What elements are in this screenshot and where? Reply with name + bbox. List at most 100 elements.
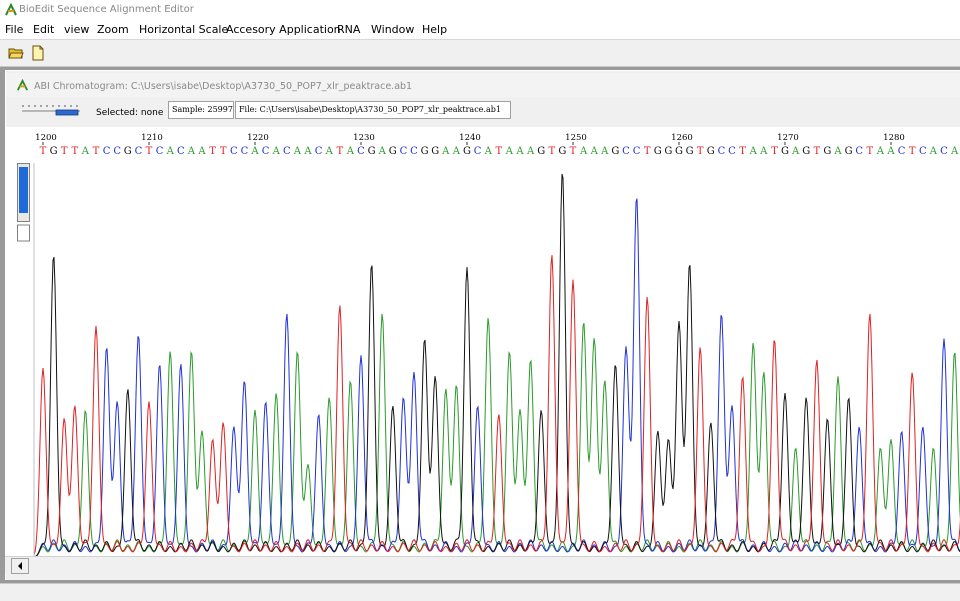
base-call[interactable]: C [357,146,365,157]
base-call[interactable]: C [855,146,863,157]
base-call[interactable]: T [909,146,916,157]
base-call[interactable]: A [452,146,461,157]
base-call[interactable]: G [845,146,853,157]
base-call[interactable]: A [197,146,206,157]
base-call[interactable]: G [611,146,619,157]
base-call[interactable]: A [166,146,175,157]
base-call[interactable]: G [50,146,58,157]
menu-help[interactable]: Help [422,23,447,36]
base-call[interactable]: T [644,146,651,157]
base-call[interactable]: C [919,146,927,157]
base-call[interactable]: A [590,146,599,157]
base-call[interactable]: G [124,146,132,157]
open-folder-icon[interactable] [8,45,24,61]
menu-zoom[interactable]: Zoom [97,23,129,36]
base-call[interactable]: C [940,146,948,157]
scroll-left-icon[interactable] [11,558,29,574]
base-call[interactable]: C [718,146,726,157]
base-call[interactable]: C [241,146,249,157]
base-call[interactable]: A [346,146,355,157]
base-call[interactable]: G [431,146,439,157]
horizontal-scale-slider[interactable] [20,103,82,117]
base-call[interactable]: G [654,146,662,157]
base-call[interactable]: G [389,146,397,157]
base-call[interactable]: T [548,146,555,157]
base-call[interactable]: A [515,146,524,157]
base-call[interactable]: C [400,146,408,157]
menu-horizontal-scale[interactable]: Horizontal Scale [139,23,228,36]
base-call[interactable]: T [61,146,68,157]
base-call[interactable]: T [739,146,746,157]
base-call[interactable]: A [526,146,535,157]
base-call[interactable]: C [103,146,111,157]
base-call[interactable]: C [262,146,270,157]
base-call[interactable]: T [570,146,577,157]
base-call[interactable]: G [802,146,810,157]
base-call[interactable]: A [579,146,588,157]
base-call[interactable]: G [463,146,471,157]
base-call[interactable]: A [484,146,493,157]
base-call[interactable]: G [558,146,566,157]
base-call[interactable]: A [833,146,842,157]
menu-rna[interactable]: RNA [337,23,360,36]
base-call[interactable]: A [950,146,959,157]
base-call[interactable]: C [315,146,323,157]
base-call[interactable]: C [135,146,143,157]
base-call[interactable]: G [368,146,376,157]
base-call[interactable]: G [675,146,683,157]
menu-file[interactable]: File [5,23,23,36]
base-call[interactable]: G [421,146,429,157]
menu-window[interactable]: Window [371,23,414,36]
base-call[interactable]: A [749,146,758,157]
base-call[interactable]: T [771,146,778,157]
base-call[interactable]: A [187,146,196,157]
base-call[interactable]: C [728,146,736,157]
menu-edit[interactable]: Edit [33,23,54,36]
base-call[interactable]: T [146,146,153,157]
base-call[interactable]: T [209,146,216,157]
base-call[interactable]: T [495,146,502,157]
menu-view[interactable]: view [64,23,89,36]
base-call[interactable]: C [230,146,238,157]
base-call[interactable]: A [600,146,609,157]
base-call[interactable]: G [781,146,789,157]
base-call[interactable]: C [633,146,641,157]
base-call[interactable]: C [177,146,185,157]
base-call[interactable]: C [410,146,418,157]
base-call[interactable]: T [697,146,704,157]
base-call[interactable]: G [707,146,715,157]
base-call[interactable]: A [325,146,334,157]
base-call[interactable]: G [537,146,545,157]
base-call[interactable]: A [272,146,281,157]
base-call[interactable]: C [283,146,291,157]
base-call[interactable]: G [664,146,672,157]
base-call[interactable]: T [71,146,78,157]
base-call[interactable]: A [303,146,312,157]
base-call[interactable]: T [866,146,873,157]
menu-accesory-application[interactable]: Accesory Application [226,23,341,36]
base-call[interactable]: A [250,146,259,157]
base-call[interactable]: C [622,146,630,157]
vertical-scale-control[interactable] [17,163,35,573]
base-call[interactable]: A [929,146,938,157]
horizontal-scrollbar[interactable] [5,556,960,575]
base-call[interactable]: A [791,146,800,157]
base-call[interactable]: A [378,146,387,157]
new-document-icon[interactable] [30,45,46,61]
base-call[interactable]: A [759,146,768,157]
base-call[interactable]: A [505,146,514,157]
base-call[interactable]: A [293,146,302,157]
base-call[interactable]: A [441,146,450,157]
base-call[interactable]: T [813,146,820,157]
base-call[interactable]: G [823,146,831,157]
base-call[interactable]: C [898,146,906,157]
base-call[interactable]: A [876,146,885,157]
base-call[interactable]: T [93,146,100,157]
base-call[interactable]: C [156,146,164,157]
base-call[interactable]: T [220,146,227,157]
base-call[interactable]: C [474,146,482,157]
base-call[interactable]: A [886,146,895,157]
base-call[interactable]: T [336,146,343,157]
base-call[interactable]: C [113,146,121,157]
base-call[interactable]: T [40,146,47,157]
